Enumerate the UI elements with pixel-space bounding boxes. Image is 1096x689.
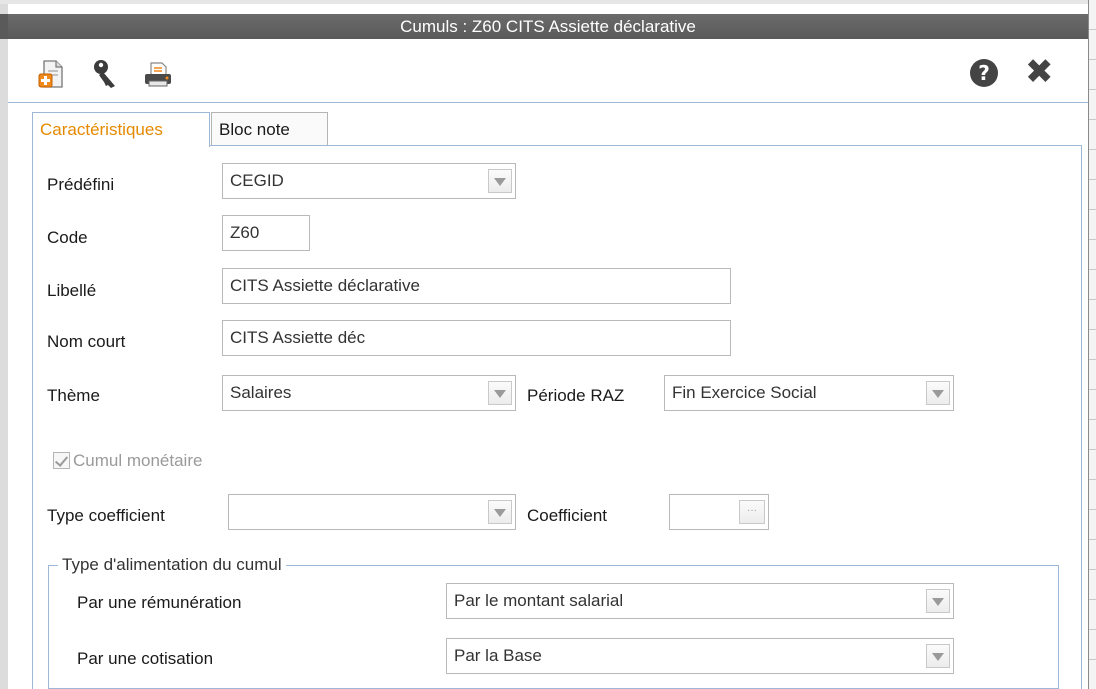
- cotisation-label: Par une cotisation: [77, 649, 214, 668]
- cotisation-value: Par la Base: [454, 646, 542, 665]
- titlebar-edge: [0, 14, 8, 39]
- key-icon[interactable]: [88, 58, 120, 90]
- chevron-down-icon[interactable]: [488, 500, 512, 524]
- ellipsis-button[interactable]: ···: [739, 500, 765, 524]
- code-input[interactable]: Z60: [222, 215, 310, 251]
- predefini-value: CEGID: [230, 171, 284, 190]
- tab-caracteristiques[interactable]: Caractéristiques: [32, 112, 210, 147]
- cumul-monetaire-checkbox[interactable]: [53, 452, 70, 469]
- periode-raz-select[interactable]: Fin Exercice Social: [664, 375, 954, 411]
- theme-value: Salaires: [230, 383, 292, 402]
- chevron-down-icon[interactable]: [488, 169, 512, 193]
- window-title: Cumuls : Z60 CITS Assiette déclarative: [8, 14, 1088, 39]
- predefini-select[interactable]: CEGID: [222, 163, 516, 199]
- cotisation-select[interactable]: Par la Base: [446, 638, 954, 674]
- remuneration-select[interactable]: Par le montant salarial: [446, 583, 954, 619]
- remuneration-value: Par le montant salarial: [454, 591, 624, 610]
- new-document-icon[interactable]: [36, 58, 68, 90]
- libelle-input[interactable]: CITS Assiette déclarative: [222, 268, 731, 304]
- remuneration-label: Par une rémunération: [77, 593, 242, 612]
- type-coefficient-label: Type coefficient: [47, 506, 165, 525]
- background-grid-strip: [1088, 0, 1096, 689]
- help-icon[interactable]: ?: [970, 59, 998, 87]
- theme-select[interactable]: Salaires: [222, 375, 516, 411]
- alimentation-title: Type d'alimentation du cumul: [58, 554, 286, 576]
- nom-court-input[interactable]: CITS Assiette déc: [222, 320, 731, 356]
- chevron-down-icon[interactable]: [488, 381, 512, 405]
- printer-icon[interactable]: [142, 58, 174, 90]
- predefini-label: Prédéfini: [47, 175, 115, 194]
- tab-bloc-note[interactable]: Bloc note: [211, 112, 328, 146]
- close-icon[interactable]: ✖: [1025, 55, 1054, 89]
- chevron-down-icon[interactable]: [926, 644, 950, 668]
- libelle-label: Libellé: [47, 281, 97, 300]
- cumul-monetaire-label: Cumul monétaire: [73, 451, 203, 470]
- periode-raz-value: Fin Exercice Social: [672, 383, 817, 402]
- periode-raz-label: Période RAZ: [527, 386, 625, 405]
- coefficient-label: Coefficient: [527, 506, 608, 525]
- type-coefficient-select[interactable]: [228, 494, 516, 530]
- code-label: Code: [47, 228, 88, 247]
- chevron-down-icon[interactable]: [926, 589, 950, 613]
- nom-court-label: Nom court: [47, 332, 126, 351]
- theme-label: Thème: [47, 386, 100, 405]
- coefficient-input[interactable]: ···: [669, 494, 769, 530]
- toolbar: ? ✖: [8, 44, 1088, 103]
- chevron-down-icon[interactable]: [926, 381, 950, 405]
